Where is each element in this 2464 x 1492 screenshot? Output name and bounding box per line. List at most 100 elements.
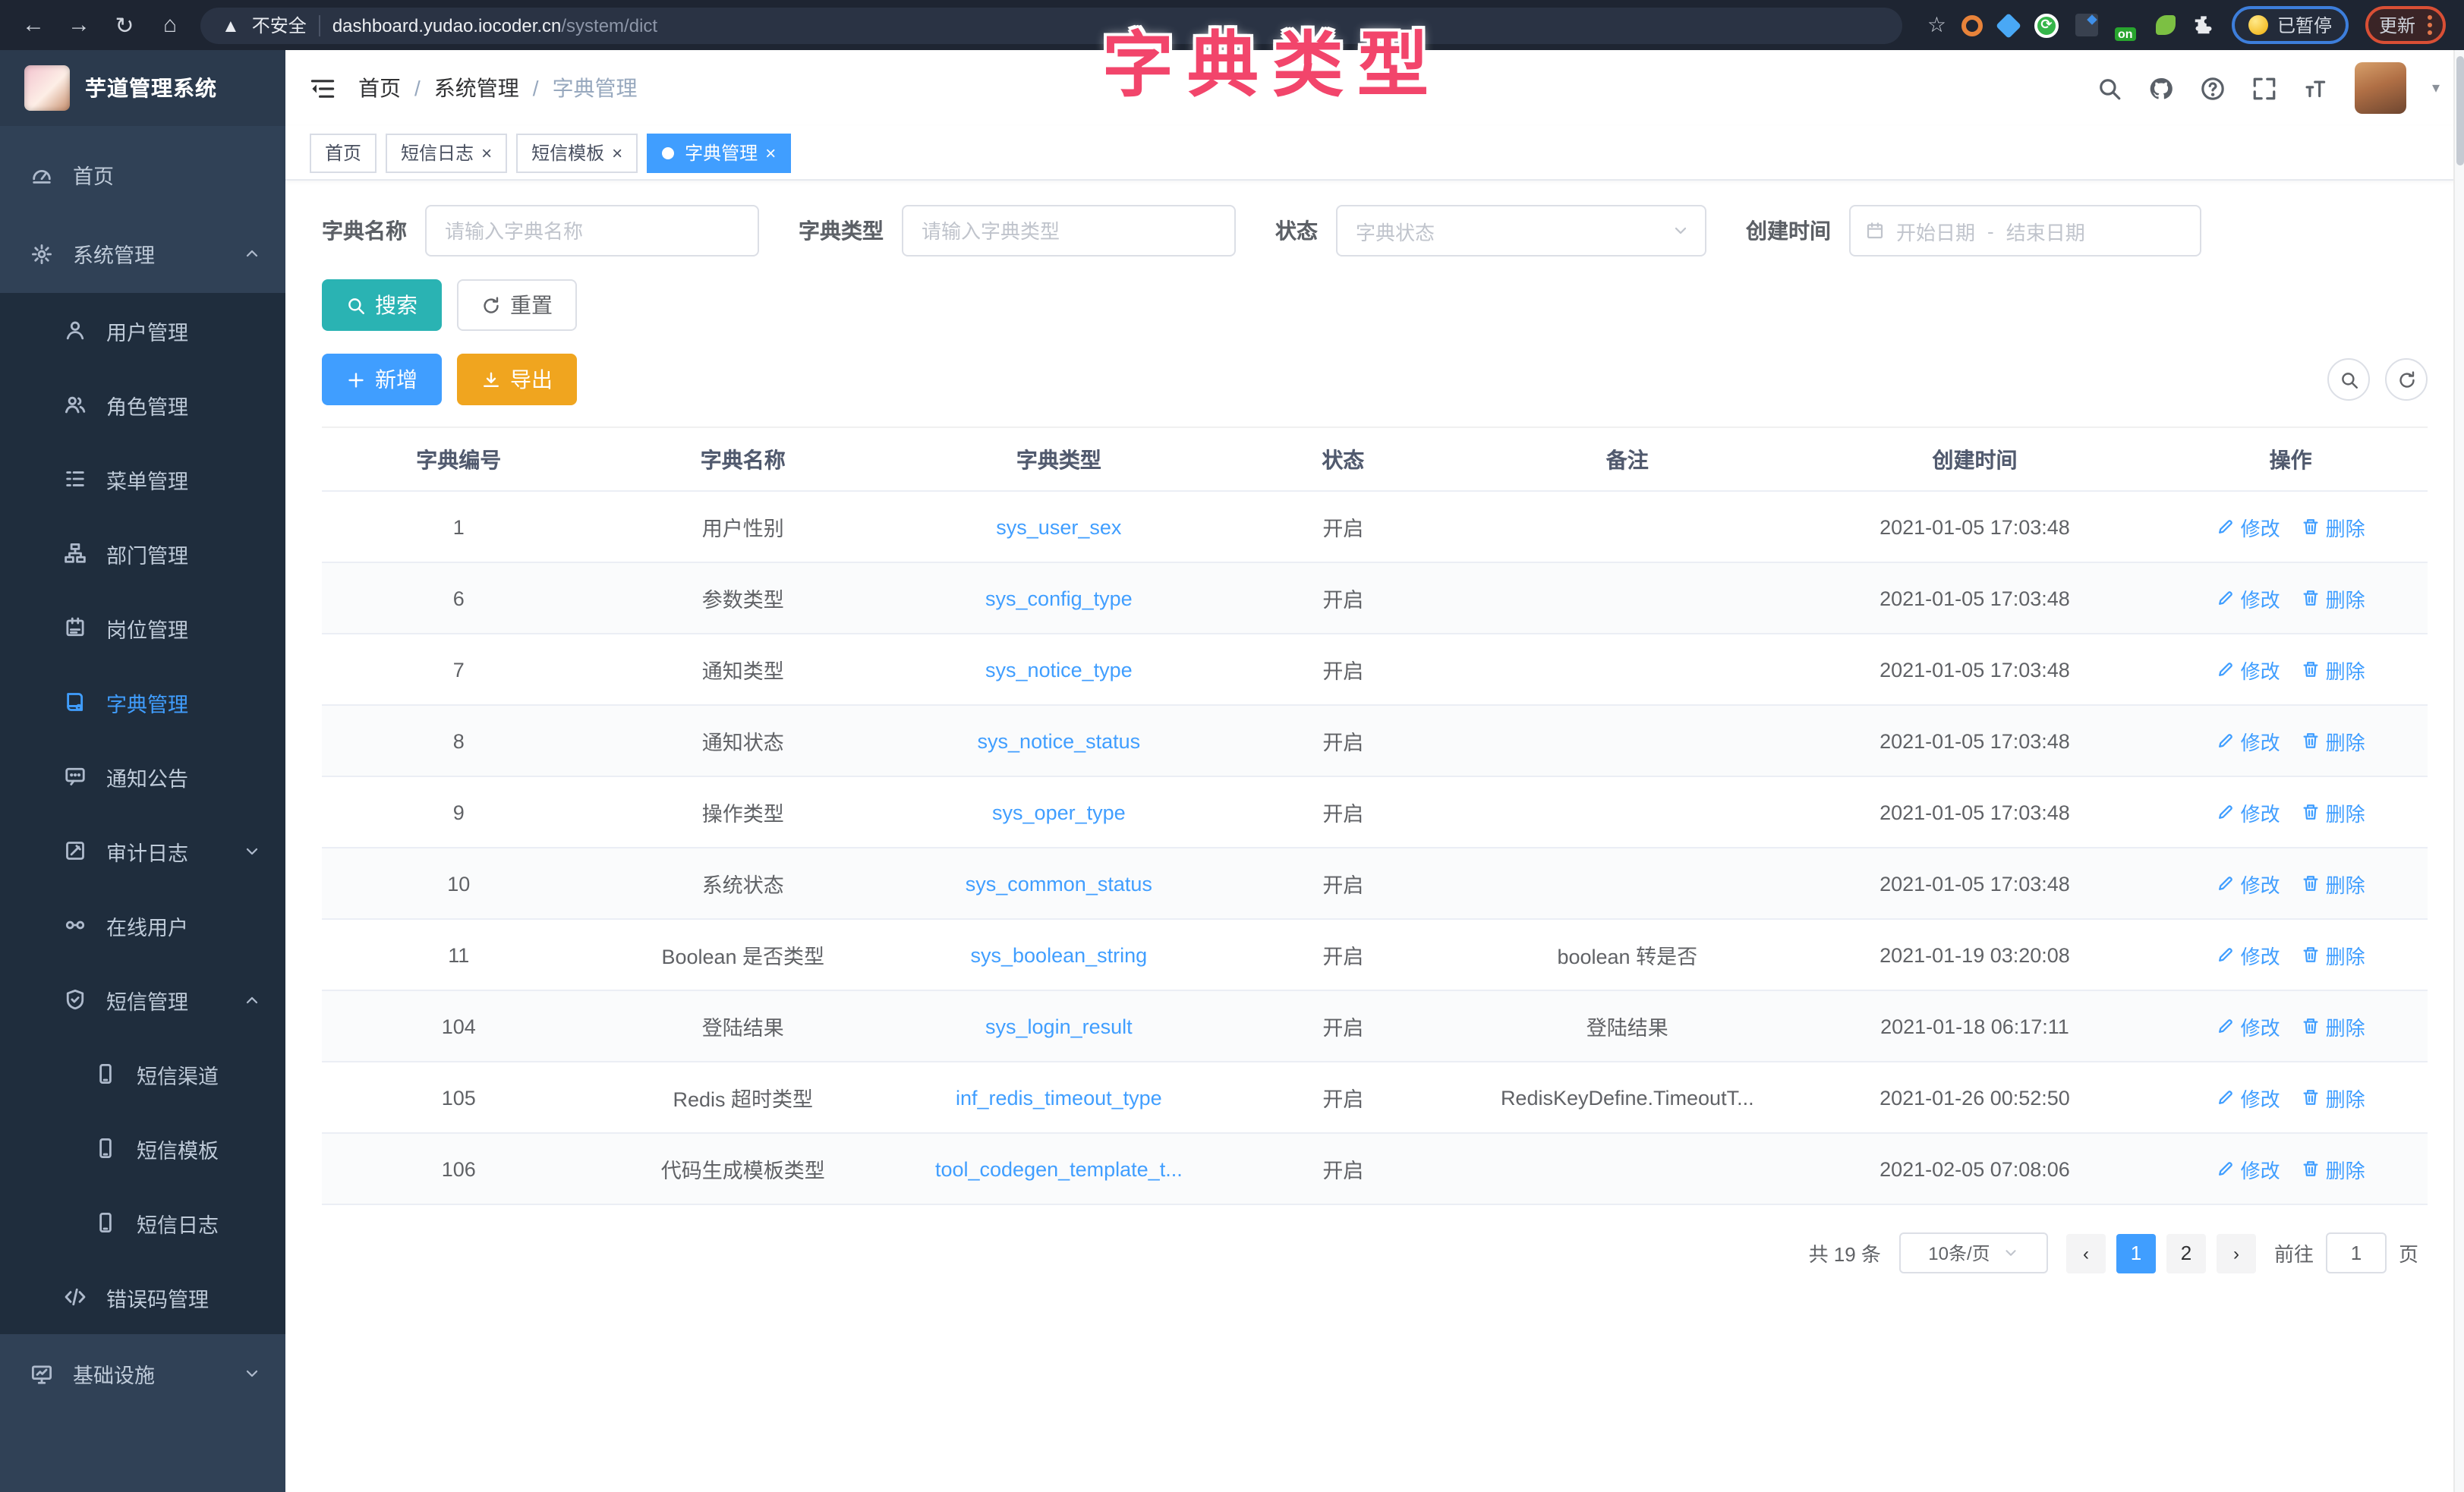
add-button[interactable]: 新增 [322,354,442,405]
address-bar[interactable]: ▲ 不安全 dashboard.yudao.iocoder.cn/system/… [200,7,1903,43]
dict-type-link[interactable]: sys_common_status [966,872,1152,895]
close-icon[interactable]: × [765,143,776,162]
extension-grid-icon[interactable] [2075,14,2098,36]
dict-type-link[interactable]: inf_redis_timeout_type [956,1086,1162,1109]
extension-on-badge-icon[interactable]: on [2115,13,2139,37]
extension-green-circle-icon[interactable]: ⟳ [2034,13,2059,37]
delete-button[interactable]: 删除 [2302,869,2365,898]
extensions-puzzle-icon[interactable] [2192,14,2215,36]
dict-type-link[interactable]: sys_oper_type [992,801,1126,823]
edit-button[interactable]: 修改 [2217,1154,2280,1183]
edit-button[interactable]: 修改 [2217,1083,2280,1112]
sidebar-toggle-icon[interactable] [310,75,336,101]
avatar-dropdown-caret-icon[interactable]: ▾ [2432,80,2440,96]
edit-button[interactable]: 修改 [2217,512,2280,541]
page-size-select[interactable]: 10条/页 [1899,1232,2048,1273]
close-icon[interactable]: × [481,143,492,162]
extension-blue-gem-icon[interactable] [1996,12,2021,38]
edit-button[interactable]: 修改 [2217,869,2280,898]
breadcrumb-home[interactable]: 首页 [358,73,401,103]
delete-button[interactable]: 删除 [2302,1083,2365,1112]
paused-extension-pill[interactable]: 已暂停 [2232,6,2349,44]
dict-type-link[interactable]: sys_notice_status [978,729,1141,752]
sidebar-item-notice-announcement[interactable]: 通知公告 [0,739,285,814]
sidebar-item-label: 系统管理 [73,238,155,269]
dict-type-link[interactable]: sys_login_result [985,1015,1133,1037]
tab-home[interactable]: 首页 [310,133,377,172]
search-button[interactable]: 搜索 [322,279,442,331]
delete-button[interactable]: 删除 [2302,584,2365,612]
scrollbar-thumb[interactable] [2456,56,2464,165]
sidebar-item-audit-log[interactable]: 审计日志 [0,814,285,888]
sidebar-item-sms-management[interactable]: 短信管理 [0,962,285,1037]
reset-button[interactable]: 重置 [457,279,577,331]
sidebar-item-user-management[interactable]: 用户管理 [0,293,285,367]
tab-sms-template[interactable]: 短信模板× [516,133,638,172]
edit-button[interactable]: 修改 [2217,726,2280,755]
refresh-table-button[interactable] [2385,358,2428,401]
edit-button[interactable]: 修改 [2217,940,2280,969]
sidebar-logo-row[interactable]: 芋道管理系统 [0,50,285,126]
edit-button[interactable]: 修改 [2217,1012,2280,1040]
delete-button[interactable]: 删除 [2302,1012,2365,1040]
bookmark-star-icon[interactable]: ☆ [1927,12,1946,38]
chrome-update-button[interactable]: 更新 [2365,6,2446,44]
github-icon[interactable] [2148,75,2174,101]
dict-type-link[interactable]: sys_config_type [985,587,1133,609]
sidebar-item-sms-log[interactable]: 短信日志 [0,1185,285,1260]
fullscreen-icon[interactable] [2251,75,2277,101]
delete-button[interactable]: 删除 [2302,1154,2365,1183]
sidebar-item-menu-management[interactable]: 菜单管理 [0,442,285,516]
sidebar-item-system-management[interactable]: 系统管理 [0,214,285,293]
delete-button[interactable]: 删除 [2302,655,2365,684]
user-avatar[interactable] [2355,62,2406,114]
sidebar-item-sms-channel[interactable]: 短信渠道 [0,1037,285,1111]
prev-page-button[interactable]: ‹ [2066,1233,2106,1273]
header-search-icon[interactable] [2097,75,2122,101]
sidebar-item-post-management[interactable]: 岗位管理 [0,590,285,665]
sidebar-item-home[interactable]: 首页 [0,135,285,214]
delete-button[interactable]: 删除 [2302,940,2365,969]
dict-type-link[interactable]: sys_boolean_string [971,943,1148,966]
dict-type-link[interactable]: sys_user_sex [996,515,1121,538]
page-button-1[interactable]: 1 [2116,1233,2156,1273]
sidebar-item-sms-template[interactable]: 短信模板 [0,1111,285,1185]
tab-dict-management[interactable]: 字典管理× [647,133,791,172]
browser-menu-icon[interactable] [2428,15,2432,35]
browser-forward-icon[interactable]: → [64,12,94,38]
help-icon[interactable] [2200,75,2226,101]
goto-page-input[interactable] [2326,1232,2387,1273]
export-button[interactable]: 导出 [457,354,577,405]
browser-reload-icon[interactable]: ↻ [109,11,140,39]
dict-type-link[interactable]: tool_codegen_template_t... [935,1157,1183,1180]
page-button-2[interactable]: 2 [2166,1233,2206,1273]
extension-orange-ring-icon[interactable] [1961,14,1983,36]
font-size-icon[interactable] [2303,75,2329,101]
edit-button[interactable]: 修改 [2217,584,2280,612]
extension-leaf-icon[interactable] [2156,15,2176,35]
delete-button[interactable]: 删除 [2302,726,2365,755]
dict-name-input[interactable] [425,205,759,257]
date-range-picker[interactable]: 开始日期 - 结束日期 [1849,205,2201,257]
breadcrumb-system[interactable]: 系统管理 [434,73,519,103]
close-icon[interactable]: × [612,143,622,162]
toggle-search-button[interactable] [2327,358,2370,401]
status-select[interactable]: 字典状态 [1336,205,1706,257]
sidebar-item-error-code-management[interactable]: 错误码管理 [0,1260,285,1334]
delete-button[interactable]: 删除 [2302,798,2365,826]
next-page-button[interactable]: › [2217,1233,2256,1273]
sidebar-item-online-users[interactable]: 在线用户 [0,888,285,962]
dict-type-input[interactable] [902,205,1236,257]
scrollbar-track[interactable] [2453,50,2464,1492]
sidebar-item-role-management[interactable]: 角色管理 [0,367,285,442]
dict-type-link[interactable]: sys_notice_type [985,658,1133,681]
sidebar-item-dept-management[interactable]: 部门管理 [0,516,285,590]
sidebar-item-dict-management[interactable]: 字典管理 [0,665,285,739]
tab-sms-log[interactable]: 短信日志× [386,133,507,172]
sidebar-item-infrastructure[interactable]: 基础设施 [0,1334,285,1413]
browser-home-icon[interactable]: ⌂ [155,12,185,38]
browser-back-icon[interactable]: ← [18,12,49,38]
edit-button[interactable]: 修改 [2217,798,2280,826]
delete-button[interactable]: 删除 [2302,512,2365,541]
edit-button[interactable]: 修改 [2217,655,2280,684]
